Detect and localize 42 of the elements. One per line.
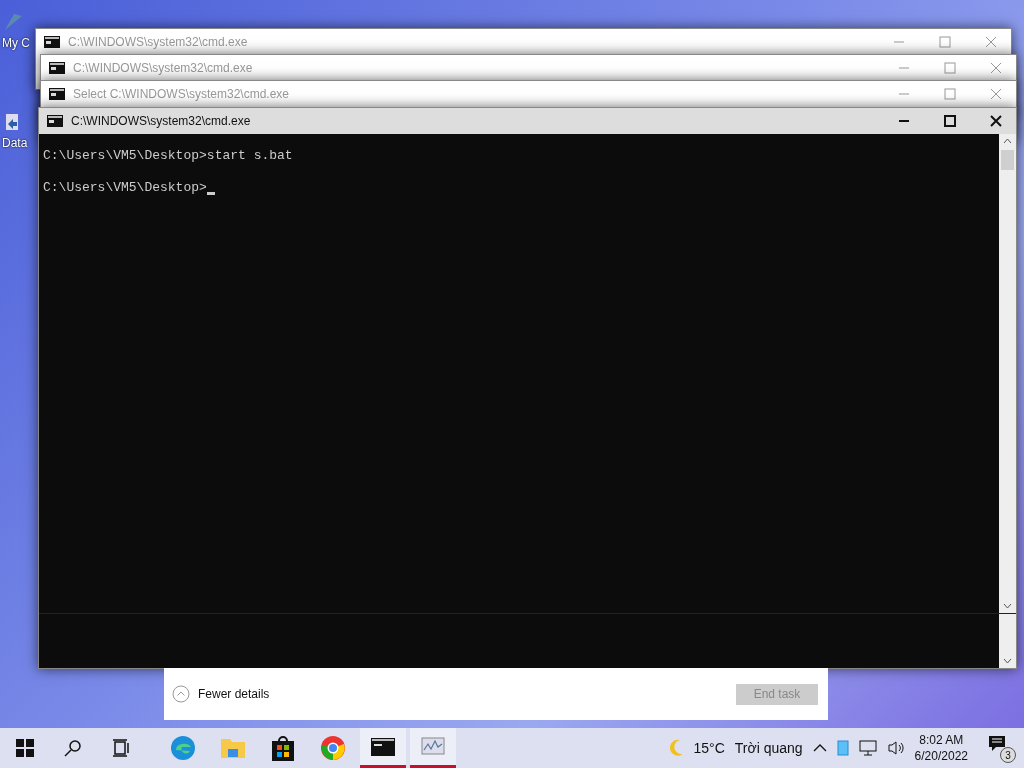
window-title: C:\WINDOWS\system32\cmd.exe: [73, 61, 254, 75]
window-title: C:\WINDOWS\system32\cmd.exe: [71, 114, 252, 128]
chart-monitor-icon[interactable]: [421, 736, 445, 757]
fewer-details-button[interactable]: Fewer details: [172, 685, 270, 703]
console-icon: [47, 115, 63, 127]
text-cursor: [206, 192, 215, 195]
weather-temperature[interactable]: 15°C: [693, 740, 725, 756]
console-icon: [49, 88, 65, 100]
console-line: C:\Users\VM5\Desktop>start s.bat: [43, 148, 293, 163]
console-icon: [44, 36, 60, 48]
task-view-icon[interactable]: [112, 739, 130, 757]
scrollbar[interactable]: [999, 614, 1016, 668]
folder-icon[interactable]: [220, 737, 246, 759]
console-icon[interactable]: [371, 737, 395, 756]
edge-icon[interactable]: [170, 735, 196, 761]
window-title: C:\WINDOWS\system32\cmd.exe: [68, 35, 249, 49]
close-icon[interactable]: [990, 115, 1002, 127]
scroll-down-icon[interactable]: [1003, 658, 1012, 664]
scroll-down-icon[interactable]: [1003, 603, 1012, 609]
chevron-up-icon: [172, 685, 190, 703]
console-icon: [49, 62, 65, 74]
weather-condition[interactable]: Trời quang: [734, 740, 803, 756]
console-line: C:\Users\VM5\Desktop>: [43, 180, 207, 195]
window-title: Select C:\WINDOWS\system32\cmd.exe: [73, 87, 291, 101]
speaker-icon[interactable]: [886, 740, 905, 756]
desktop-icon-label[interactable]: Data: [2, 136, 28, 150]
scrollbar[interactable]: [999, 134, 1016, 613]
search-icon[interactable]: [64, 739, 82, 757]
scrollbar-thumb[interactable]: [1001, 150, 1014, 170]
notification-icon[interactable]: [988, 735, 1006, 753]
maximize-icon[interactable]: [944, 115, 956, 127]
chevron-up-icon[interactable]: [812, 743, 827, 753]
square-icon[interactable]: [836, 740, 849, 756]
network-icon[interactable]: [858, 740, 877, 756]
scroll-up-icon[interactable]: [1003, 138, 1012, 144]
desktop-icon-label[interactable]: My C: [2, 36, 30, 50]
clock-time[interactable]: 8:02 AM: [919, 732, 964, 748]
start-icon[interactable]: [16, 739, 34, 757]
notification-count: 3: [1000, 747, 1016, 763]
shopping-bag-icon[interactable]: [271, 735, 295, 761]
browser-icon[interactable]: [320, 735, 346, 761]
clock-date[interactable]: 6/20/2022: [914, 748, 968, 764]
